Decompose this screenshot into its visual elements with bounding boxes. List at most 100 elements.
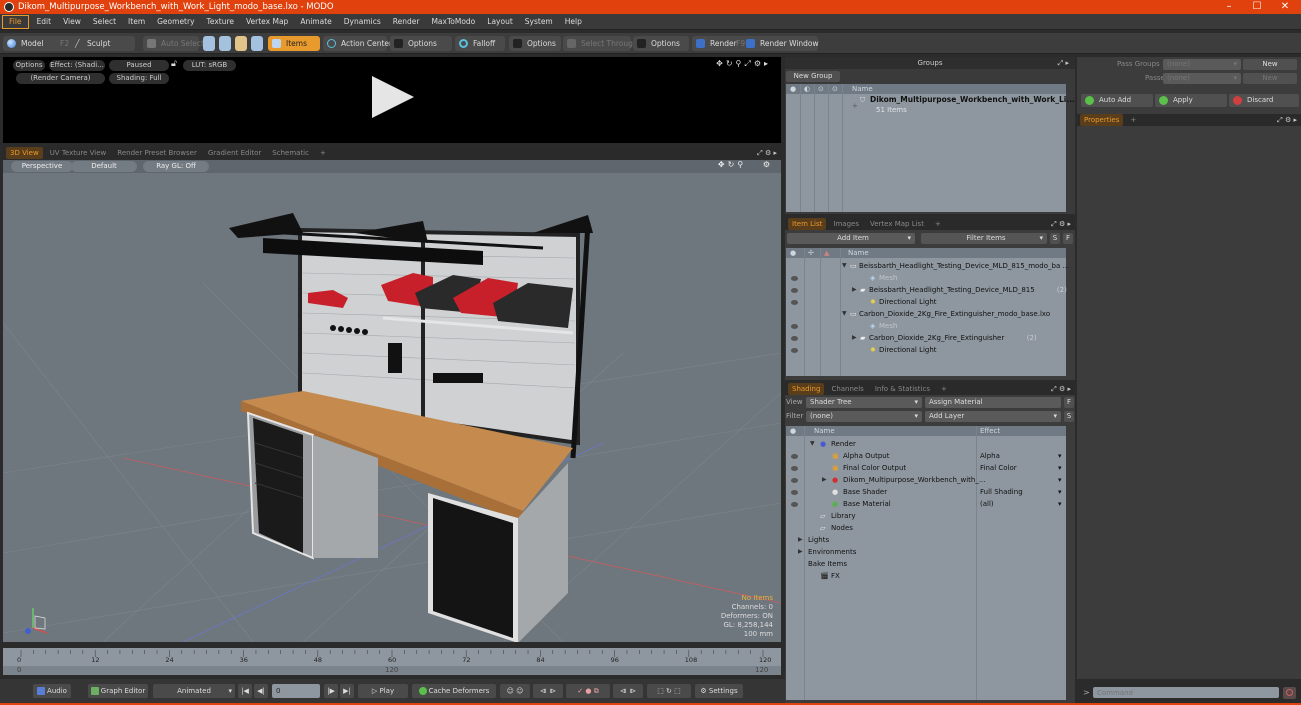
effect-dropdown[interactable]: Final Color [980,462,1017,474]
shader-tree-row[interactable]: ▶ Environments [786,546,1066,558]
menu-maxtomodo[interactable]: MaxToModo [425,14,481,30]
arrow-right-icon[interactable]: ▸ [1067,220,1071,228]
auto-select-button[interactable]: Auto Select [143,36,204,51]
discard-button[interactable]: Discard [1229,94,1299,107]
menu-layout[interactable]: Layout [481,14,519,30]
next-key-button[interactable]: |▶ [324,684,338,698]
visibility-eye-icon[interactable] [791,324,798,329]
model-mode-button[interactable]: Model F2 ╱ Sculpt [3,36,135,51]
group-row[interactable]: + ⛉ Dikom_Multipurpose_Workbench_with_Wo… [786,95,1075,114]
visibility-eye-icon[interactable] [791,466,798,471]
item-list-row[interactable]: ◈ Mesh [786,272,1066,284]
new-pass-button[interactable]: New [1243,73,1297,84]
add-item-dropdown[interactable]: Add Item [787,233,915,244]
item-list-row[interactable]: ▼ ▭ Carbon_Dioxide_2Kg_Fire_Extinguisher_m… [786,308,1066,320]
go-to-end-button[interactable]: ▶| [340,684,354,698]
maximize-icon[interactable]: ⤢ [1277,116,1283,124]
s-button[interactable]: S [1050,233,1060,244]
command-stop-button[interactable] [1283,687,1296,699]
range-bar[interactable]: 0 120 120 [3,666,781,675]
add-tab-button[interactable]: + [937,383,951,395]
expand-icon[interactable]: ▶ [798,534,803,546]
item-list-row[interactable]: ▶ ▰ Beissbarth_Headlight_Testing_Device_ML… [786,284,1067,296]
cache-deformers-button[interactable]: Cache Deformers [412,684,496,698]
render-window-button[interactable]: Render Window [760,36,819,51]
arrow-right-icon[interactable]: ▸ [1293,116,1297,124]
shader-tree-row[interactable]: ▱ Nodes [786,522,1066,534]
graph-editor-button[interactable]: Graph Editor [88,684,148,698]
visibility-eye-icon[interactable] [791,348,798,353]
default-dropdown[interactable]: Default [71,161,137,172]
shader-tree-row[interactable]: ● Base Material (all) ▾ [786,498,1066,510]
lock-column-icon[interactable]: ✢ [808,248,814,258]
item-list-row[interactable]: ◈ Mesh [786,320,1066,332]
arrow-right-icon[interactable]: ▸ [1067,385,1071,393]
character-buttons[interactable]: ☺ ☺ [500,684,530,698]
menu-select[interactable]: Select [87,14,122,30]
shader-tree-row[interactable]: ▣ Alpha Output Alpha ▾ [786,450,1066,462]
arrow-right-icon[interactable]: ▸ [764,59,771,68]
close-button[interactable]: ✕ [1271,0,1299,14]
expand-icon[interactable]: ▶ [852,284,857,296]
shader-tree-row[interactable]: Bake Items [786,558,1066,570]
maximize-icon[interactable]: ⤢ [757,149,763,157]
shader-tree-row[interactable]: ▶ Lights [786,534,1066,546]
f-button[interactable]: F [1063,233,1073,244]
move-icon[interactable]: ✥ [718,160,728,169]
edges-mode-icon[interactable] [219,36,231,51]
passes-dropdown[interactable]: (none) [1163,73,1241,84]
effect-dropdown[interactable]: (all) [980,498,994,510]
menu-dynamics[interactable]: Dynamics [338,14,387,30]
tab-images[interactable]: Images [829,218,863,230]
s-button[interactable]: S [1064,411,1074,422]
shading-dropdown[interactable]: Shading: Full [109,73,169,84]
visibility-column-icon[interactable]: ● [790,84,796,94]
menu-edit[interactable]: Edit [31,14,58,30]
visibility-column-icon[interactable]: ● [790,248,796,258]
item-list-row[interactable]: ▼ ▭ Beissbarth_Headlight_Testing_Device_ML… [786,260,1069,272]
camera-dropdown[interactable]: (Render Camera) [16,73,105,84]
f-button[interactable]: F [1064,397,1074,408]
gear-icon[interactable]: ⚙ [763,160,773,169]
assign-material-button[interactable]: Assign Material [925,397,1061,408]
render-column-icon[interactable]: ◐ [804,84,810,94]
play-icon[interactable] [372,76,414,118]
vertices-mode-icon[interactable] [203,36,215,51]
visibility-eye-icon[interactable] [791,502,798,507]
chevron-down-icon[interactable]: ▾ [1058,474,1062,486]
shader-tree-row[interactable]: ▣ Final Color Output Final Color ▾ [786,462,1066,474]
add-tab-button[interactable]: + [931,218,945,230]
collapse-icon[interactable]: ▼ [842,308,847,320]
settings-button[interactable]: ⚙ Settings [695,684,743,698]
chevron-down-icon[interactable]: ▾ [1058,450,1062,462]
tab-shading[interactable]: Shading [788,383,825,395]
perspective-dropdown[interactable]: Perspective [11,161,73,172]
expand-icon[interactable]: ▶ [798,546,803,558]
visibility-eye-icon[interactable] [791,490,798,495]
filter-dropdown[interactable]: (none) [806,411,922,422]
tab-schematic[interactable]: Schematic [268,147,313,159]
action-center-button[interactable]: Action Center [323,36,392,51]
add-tab-button[interactable]: + [1126,114,1140,126]
key-tools-buttons[interactable]: ⬚ ↻ ⬚ [647,684,691,698]
select-column-icon[interactable]: ⊙ [832,84,838,94]
gear-icon[interactable]: ⚙ [754,59,764,68]
filter-items-input[interactable]: Filter Items [921,233,1047,244]
tab-uv-texture-view[interactable]: UV Texture View [46,147,111,159]
key-nav-buttons[interactable]: ⧏ ⧐ [533,684,563,698]
maximize-icon[interactable]: ⤢ [1051,220,1057,228]
visibility-eye-icon[interactable] [791,478,798,483]
shader-tree-row[interactable]: ▶ ● Dikom_Multipurpose_Workbench_with_... ▾ [786,474,1066,486]
view-dropdown[interactable]: Shader Tree [806,397,922,408]
effect-dropdown[interactable]: Full Shading [980,486,1023,498]
tab-item-list[interactable]: Item List [788,218,827,230]
visibility-eye-icon[interactable] [791,454,798,459]
chevron-down-icon[interactable]: ▾ [1058,486,1062,498]
visibility-eye-icon[interactable] [791,288,798,293]
sculpt-button[interactable]: Sculpt [87,36,110,51]
lut-dropdown[interactable]: LUT: sRGB [183,60,236,71]
options-button-2[interactable]: Options [509,36,561,51]
chevron-down-icon[interactable]: ▾ [1058,498,1062,510]
options-button-1[interactable]: Options [390,36,452,51]
tab-render-preset-browser[interactable]: Render Preset Browser [113,147,201,159]
